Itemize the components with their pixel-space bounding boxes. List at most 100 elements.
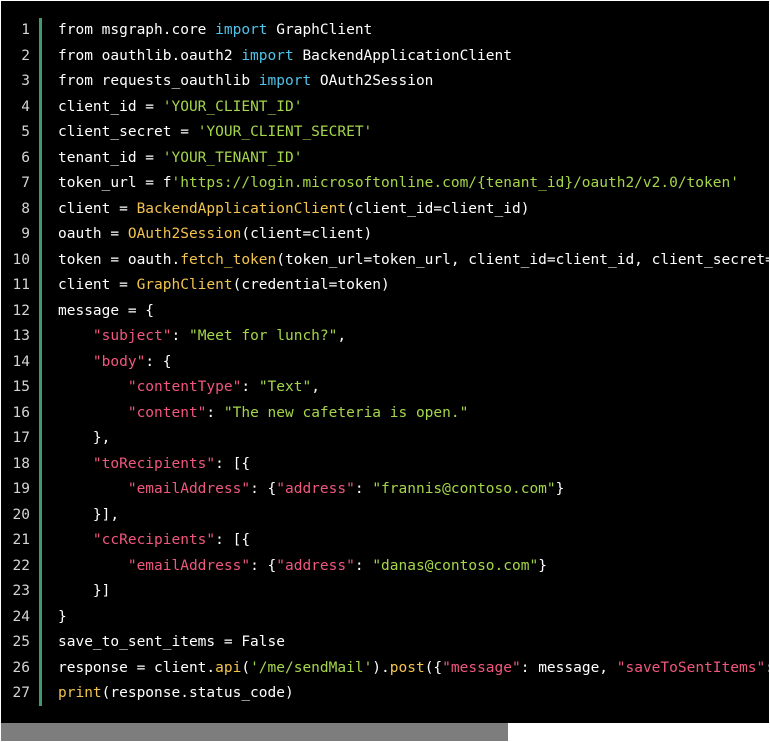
code-token: token = oauth. — [58, 251, 181, 268]
code-token: : { — [145, 353, 172, 370]
code-token: import — [258, 73, 312, 89]
code-token: ). — [372, 659, 390, 676]
code-line: "body": { — [58, 350, 769, 376]
line-number: 1 — [21, 22, 30, 38]
code-block: 1 2 3 4 5 6 7 8 9 10 11 12 13 14 15 16 17 18 19 20 21 22 23 24 2… — [1, 1, 769, 741]
code-token: : { — [250, 481, 277, 497]
code-token: }], — [58, 506, 120, 523]
code-token: token_url = f — [58, 175, 172, 191]
code-token: fetch_token — [180, 251, 277, 268]
line-number-gutter: 1 2 3 4 5 6 7 8 9 10 11 12 13 14 15 16 17 18 19 20 21 22 23 24 2… — [1, 18, 33, 707]
code-token: "address" — [276, 557, 355, 574]
code-token: : { — [250, 557, 277, 574]
code-token: : — [354, 481, 373, 497]
code-token: client = — [58, 277, 137, 293]
code-token: from msgraph.core — [58, 22, 216, 38]
code-token: 'https://login.microsoftonline.com/{tena… — [171, 175, 739, 191]
code-token: "subject" — [92, 328, 172, 344]
code-token: 'YOUR_TENANT_ID' — [162, 149, 303, 166]
line-number: 7 — [21, 175, 30, 191]
code-token: message = { — [58, 302, 155, 319]
code-token: "message" — [442, 659, 521, 676]
line-number: 23 — [12, 583, 30, 599]
code-line: message = { — [58, 299, 769, 325]
code-token: print — [58, 685, 102, 701]
code-line: "content": "The new cafeteria is open." — [58, 401, 769, 427]
horizontal-scrollbar-thumb[interactable] — [1, 723, 508, 741]
line-number: 22 — [12, 557, 30, 574]
code-line: response = client.api('/me/sendMail').po… — [58, 656, 769, 682]
code-line: save_to_sent_items = False — [58, 630, 769, 656]
code-content[interactable]: from msgraph.core import GraphClient from… — [58, 18, 769, 707]
code-token: 'YOUR_CLIENT_ID' — [162, 98, 303, 115]
code-token: : — [206, 404, 224, 421]
code-token: : — [354, 557, 373, 574]
code-token: : — [241, 379, 259, 395]
code-line: from oauthlib.oauth2 import BackendAppli… — [58, 44, 769, 70]
code-token: "emailAddress" — [127, 557, 251, 574]
line-number: 9 — [21, 226, 30, 242]
code-line: client = BackendApplicationClient(client… — [58, 197, 769, 223]
line-number: 10 — [12, 251, 30, 268]
code-token: from requests_oauthlib — [58, 73, 259, 89]
code-token: client = — [58, 200, 137, 217]
line-number: 20 — [12, 506, 30, 523]
code-token: } — [538, 557, 547, 574]
code-token: client_secret = — [58, 124, 198, 140]
line-number: 12 — [12, 302, 30, 319]
line-number: 15 — [12, 379, 30, 395]
code-token: (credential=token) — [232, 277, 390, 293]
code-token: GraphClient — [267, 22, 373, 38]
code-line: tenant_id = 'YOUR_TENANT_ID' — [58, 146, 769, 172]
code-token: } — [58, 608, 67, 625]
code-token: save_to_sent_items = False — [58, 634, 285, 650]
code-line: "subject": "Meet for lunch?", — [58, 324, 769, 350]
code-line: from requests_oauthlib import OAuth2Sess… — [58, 69, 769, 95]
code-token: import — [215, 22, 268, 38]
code-token: }] — [58, 583, 111, 599]
code-token: "toRecipients" — [92, 455, 216, 472]
code-line: print(response.status_code) — [58, 681, 769, 707]
code-token: "address" — [276, 481, 355, 497]
line-number: 24 — [12, 608, 30, 625]
code-line: client_id = 'YOUR_CLIENT_ID' — [58, 95, 769, 121]
horizontal-scrollbar[interactable] — [1, 723, 769, 741]
code-token: ({ — [424, 659, 443, 676]
code-token: "danas@contoso.com" — [372, 557, 539, 574]
line-number: 4 — [21, 98, 30, 115]
code-token: response = client. — [58, 659, 216, 676]
line-number: 14 — [12, 353, 30, 370]
code-token: : [{ — [215, 455, 251, 472]
code-token: tenant_id = — [58, 149, 163, 166]
code-line: }] — [58, 579, 769, 605]
code-token: "Meet for lunch?" — [188, 328, 338, 344]
code-token: "body" — [92, 353, 146, 370]
code-token: GraphClient — [136, 277, 233, 293]
gutter-accent-bar — [39, 18, 42, 706]
code-token: from oauthlib.oauth2 — [58, 47, 242, 64]
line-number: 8 — [21, 200, 30, 217]
code-token: : — [171, 328, 189, 344]
code-line: token = oauth.fetch_token(token_url=toke… — [58, 248, 769, 274]
line-number: 13 — [12, 328, 30, 344]
code-token: '/me/sendMail' — [250, 659, 373, 676]
line-number: 5 — [21, 124, 30, 140]
line-number: 26 — [12, 659, 30, 676]
code-token: "frannis@contoso.com" — [372, 481, 556, 497]
code-token: }, — [58, 430, 111, 446]
code-line: "toRecipients": [{ — [58, 452, 769, 478]
line-number: 17 — [12, 430, 30, 446]
code-line: "emailAddress": {"address": "danas@conto… — [58, 554, 769, 580]
code-line: }], — [58, 503, 769, 529]
line-number: 21 — [12, 532, 30, 548]
code-token: OAuth2Session — [311, 73, 434, 89]
code-token: (client_id=client_id) — [346, 200, 530, 217]
code-token: (client=client) — [241, 226, 373, 242]
code-token: "content" — [127, 404, 207, 421]
code-token: : [{ — [215, 532, 251, 548]
code-token: ( — [241, 659, 251, 676]
